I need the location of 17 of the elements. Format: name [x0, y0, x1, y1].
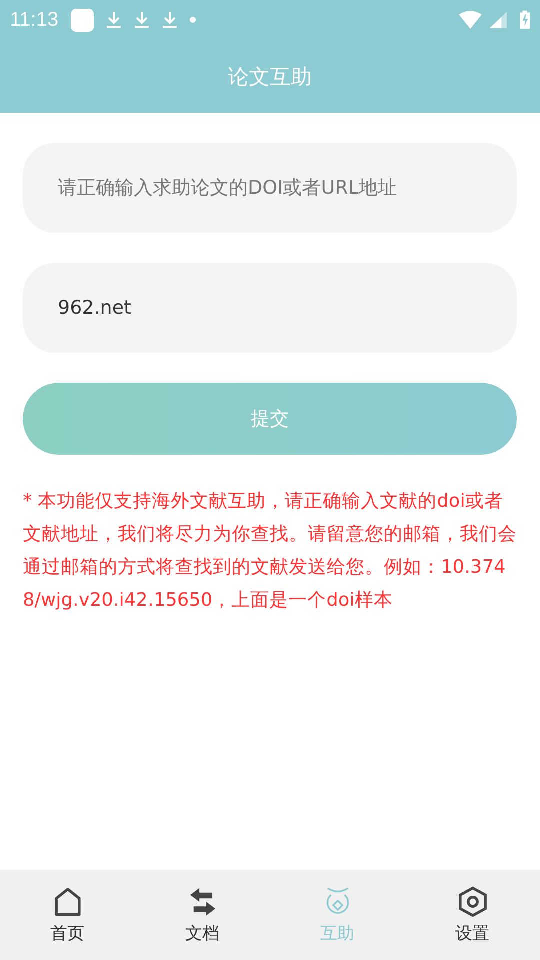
app-notification-icon [70, 8, 94, 32]
download-icon [134, 11, 150, 29]
download-icon [162, 11, 178, 29]
more-notifications-icon [190, 17, 196, 23]
settings-icon [456, 886, 488, 918]
signal-icon [490, 11, 508, 29]
wifi-icon [459, 10, 482, 30]
nav-tab[interactable]: 首页 [0, 870, 135, 960]
download-icon [106, 11, 122, 29]
doi-input-field[interactable]: 请正确输入求助论文的DOI或者URL地址 [23, 143, 517, 233]
page-title: 论文互助 [228, 64, 312, 90]
nav-tab[interactable]: 设置 [405, 870, 540, 960]
nav-tab[interactable]: 文档 [135, 870, 270, 960]
notice-text: * 本功能仅支持海外文献互助，请正确输入文献的doi或者文献地址，我们将尽力为你查找。请留意您的邮箱，我们会通过邮箱的方式将查找到的文献发送给您。例如：10.3748/wjg.v20.i42.15650，上面是一个doi样本 [23, 490, 517, 613]
status-time: 11:13 [10, 8, 59, 32]
input-field[interactable]: 962.net [23, 263, 517, 353]
battery-charging-icon [520, 10, 530, 30]
